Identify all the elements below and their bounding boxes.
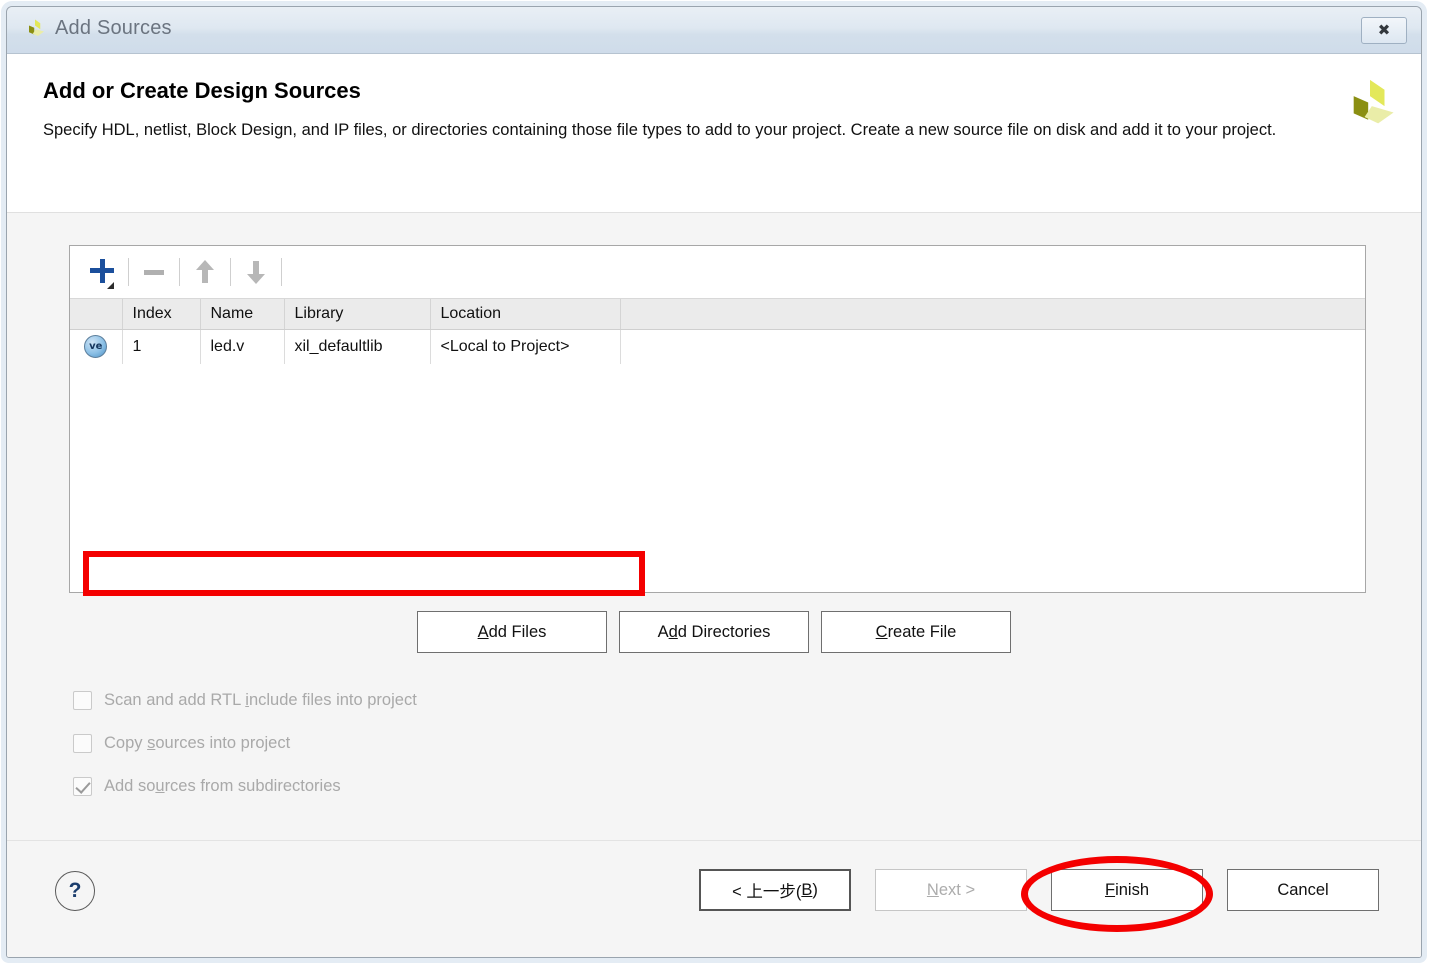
source-toolbar xyxy=(70,246,1365,299)
back-mnemonic: B xyxy=(801,881,812,900)
close-button[interactable]: ✖ xyxy=(1361,17,1407,44)
add-sources-dialog: Add Sources ✖ Add or Create Design Sourc… xyxy=(6,6,1422,958)
add-directories-mnemonic: d xyxy=(669,623,678,642)
toolbar-separator xyxy=(230,258,231,286)
cell-name: led.v xyxy=(200,330,284,364)
help-icon: ? xyxy=(69,879,82,903)
source-files-panel: Index Name Library Location ve 1 led.v xyxy=(69,245,1366,593)
create-file-button[interactable]: Create File xyxy=(821,611,1011,653)
add-source-button[interactable] xyxy=(82,253,124,291)
add-files-button[interactable]: Add Files xyxy=(417,611,607,653)
table-row[interactable]: ve 1 led.v xil_defaultlib <Local to Proj… xyxy=(70,330,1365,364)
option-add-subdirectories-label: Add sources from subdirectories xyxy=(104,777,341,796)
add-files-label: dd Files xyxy=(489,623,547,642)
finish-mnemonic: F xyxy=(1105,881,1115,900)
finish-label: inish xyxy=(1115,881,1149,900)
next-label: ext > xyxy=(939,881,975,900)
remove-source-button[interactable] xyxy=(133,253,175,291)
dialog-footer: ? < 上一步(B) Next > Finish Cancel xyxy=(7,840,1421,958)
add-directories-button[interactable]: Add Directories xyxy=(619,611,809,653)
file-action-buttons: Add Files Add Directories Create File xyxy=(7,611,1421,653)
option-copy-sources-label: Copy sources into project xyxy=(104,734,290,753)
next-button: Next > xyxy=(875,869,1027,911)
cell-library: xil_defaultlib xyxy=(284,330,430,364)
next-mnemonic: N xyxy=(927,881,939,900)
option-copy-sources[interactable]: Copy sources into project xyxy=(73,722,417,765)
option-scan-rtl-include-label: Scan and add RTL include files into proj… xyxy=(104,691,417,710)
plus-icon xyxy=(90,259,116,285)
chevron-down-icon xyxy=(107,282,114,289)
title-bar: Add Sources ✖ xyxy=(7,7,1421,54)
arrow-down-icon xyxy=(246,260,266,284)
options-group: Scan and add RTL include files into proj… xyxy=(73,679,417,808)
verilog-file-icon: ve xyxy=(84,335,107,358)
column-header-library: Library xyxy=(284,299,430,330)
column-header-spacer xyxy=(620,299,1365,330)
dialog-header: Add or Create Design Sources Specify HDL… xyxy=(7,54,1421,213)
option-scan-rtl-include[interactable]: Scan and add RTL include files into proj… xyxy=(73,679,417,722)
source-files-table: Index Name Library Location ve 1 led.v xyxy=(70,299,1365,364)
checkbox-copy-sources[interactable] xyxy=(73,734,92,753)
back-label-post: ) xyxy=(812,881,818,900)
dialog-body: Index Name Library Location ve 1 led.v xyxy=(7,213,1421,840)
add-directories-label-pre: A xyxy=(658,623,669,642)
table-header-row: Index Name Library Location xyxy=(70,299,1365,330)
create-file-mnemonic: C xyxy=(876,623,888,642)
page-title: Add or Create Design Sources xyxy=(43,78,361,104)
cell-location: <Local to Project> xyxy=(430,330,620,364)
back-button[interactable]: < 上一步(B) xyxy=(699,869,851,911)
wizard-navigation-buttons: < 上一步(B) Next > Finish Cancel xyxy=(699,869,1379,911)
column-header-name: Name xyxy=(200,299,284,330)
checkbox-scan-rtl-include[interactable] xyxy=(73,691,92,710)
create-file-label: reate File xyxy=(888,623,957,642)
cell-spacer xyxy=(620,330,1365,364)
add-files-mnemonic: A xyxy=(478,623,489,642)
toolbar-separator xyxy=(281,258,282,286)
back-label-pre: < 上一步( xyxy=(732,878,801,902)
move-down-button[interactable] xyxy=(235,253,277,291)
checkbox-add-subdirectories[interactable] xyxy=(73,777,92,796)
option-add-subdirectories[interactable]: Add sources from subdirectories xyxy=(73,765,417,808)
xilinx-logo-icon xyxy=(23,18,47,42)
arrow-up-icon xyxy=(195,260,215,284)
close-icon: ✖ xyxy=(1378,23,1391,38)
column-header-location: Location xyxy=(430,299,620,330)
cancel-button[interactable]: Cancel xyxy=(1227,869,1379,911)
page-description: Specify HDL, netlist, Block Design, and … xyxy=(43,116,1291,144)
column-header-icon xyxy=(70,299,122,330)
finish-button[interactable]: Finish xyxy=(1051,869,1203,911)
minus-icon xyxy=(144,270,164,275)
help-button[interactable]: ? xyxy=(55,871,95,911)
toolbar-separator xyxy=(128,258,129,286)
xilinx-corner-logo-icon xyxy=(1339,78,1401,136)
toolbar-separator xyxy=(179,258,180,286)
column-header-index: Index xyxy=(122,299,200,330)
add-directories-label-post: d Directories xyxy=(678,623,771,642)
cell-file-icon: ve xyxy=(70,330,122,364)
move-up-button[interactable] xyxy=(184,253,226,291)
window-title: Add Sources xyxy=(55,17,172,40)
cancel-label: Cancel xyxy=(1277,881,1328,900)
cell-index: 1 xyxy=(122,330,200,364)
